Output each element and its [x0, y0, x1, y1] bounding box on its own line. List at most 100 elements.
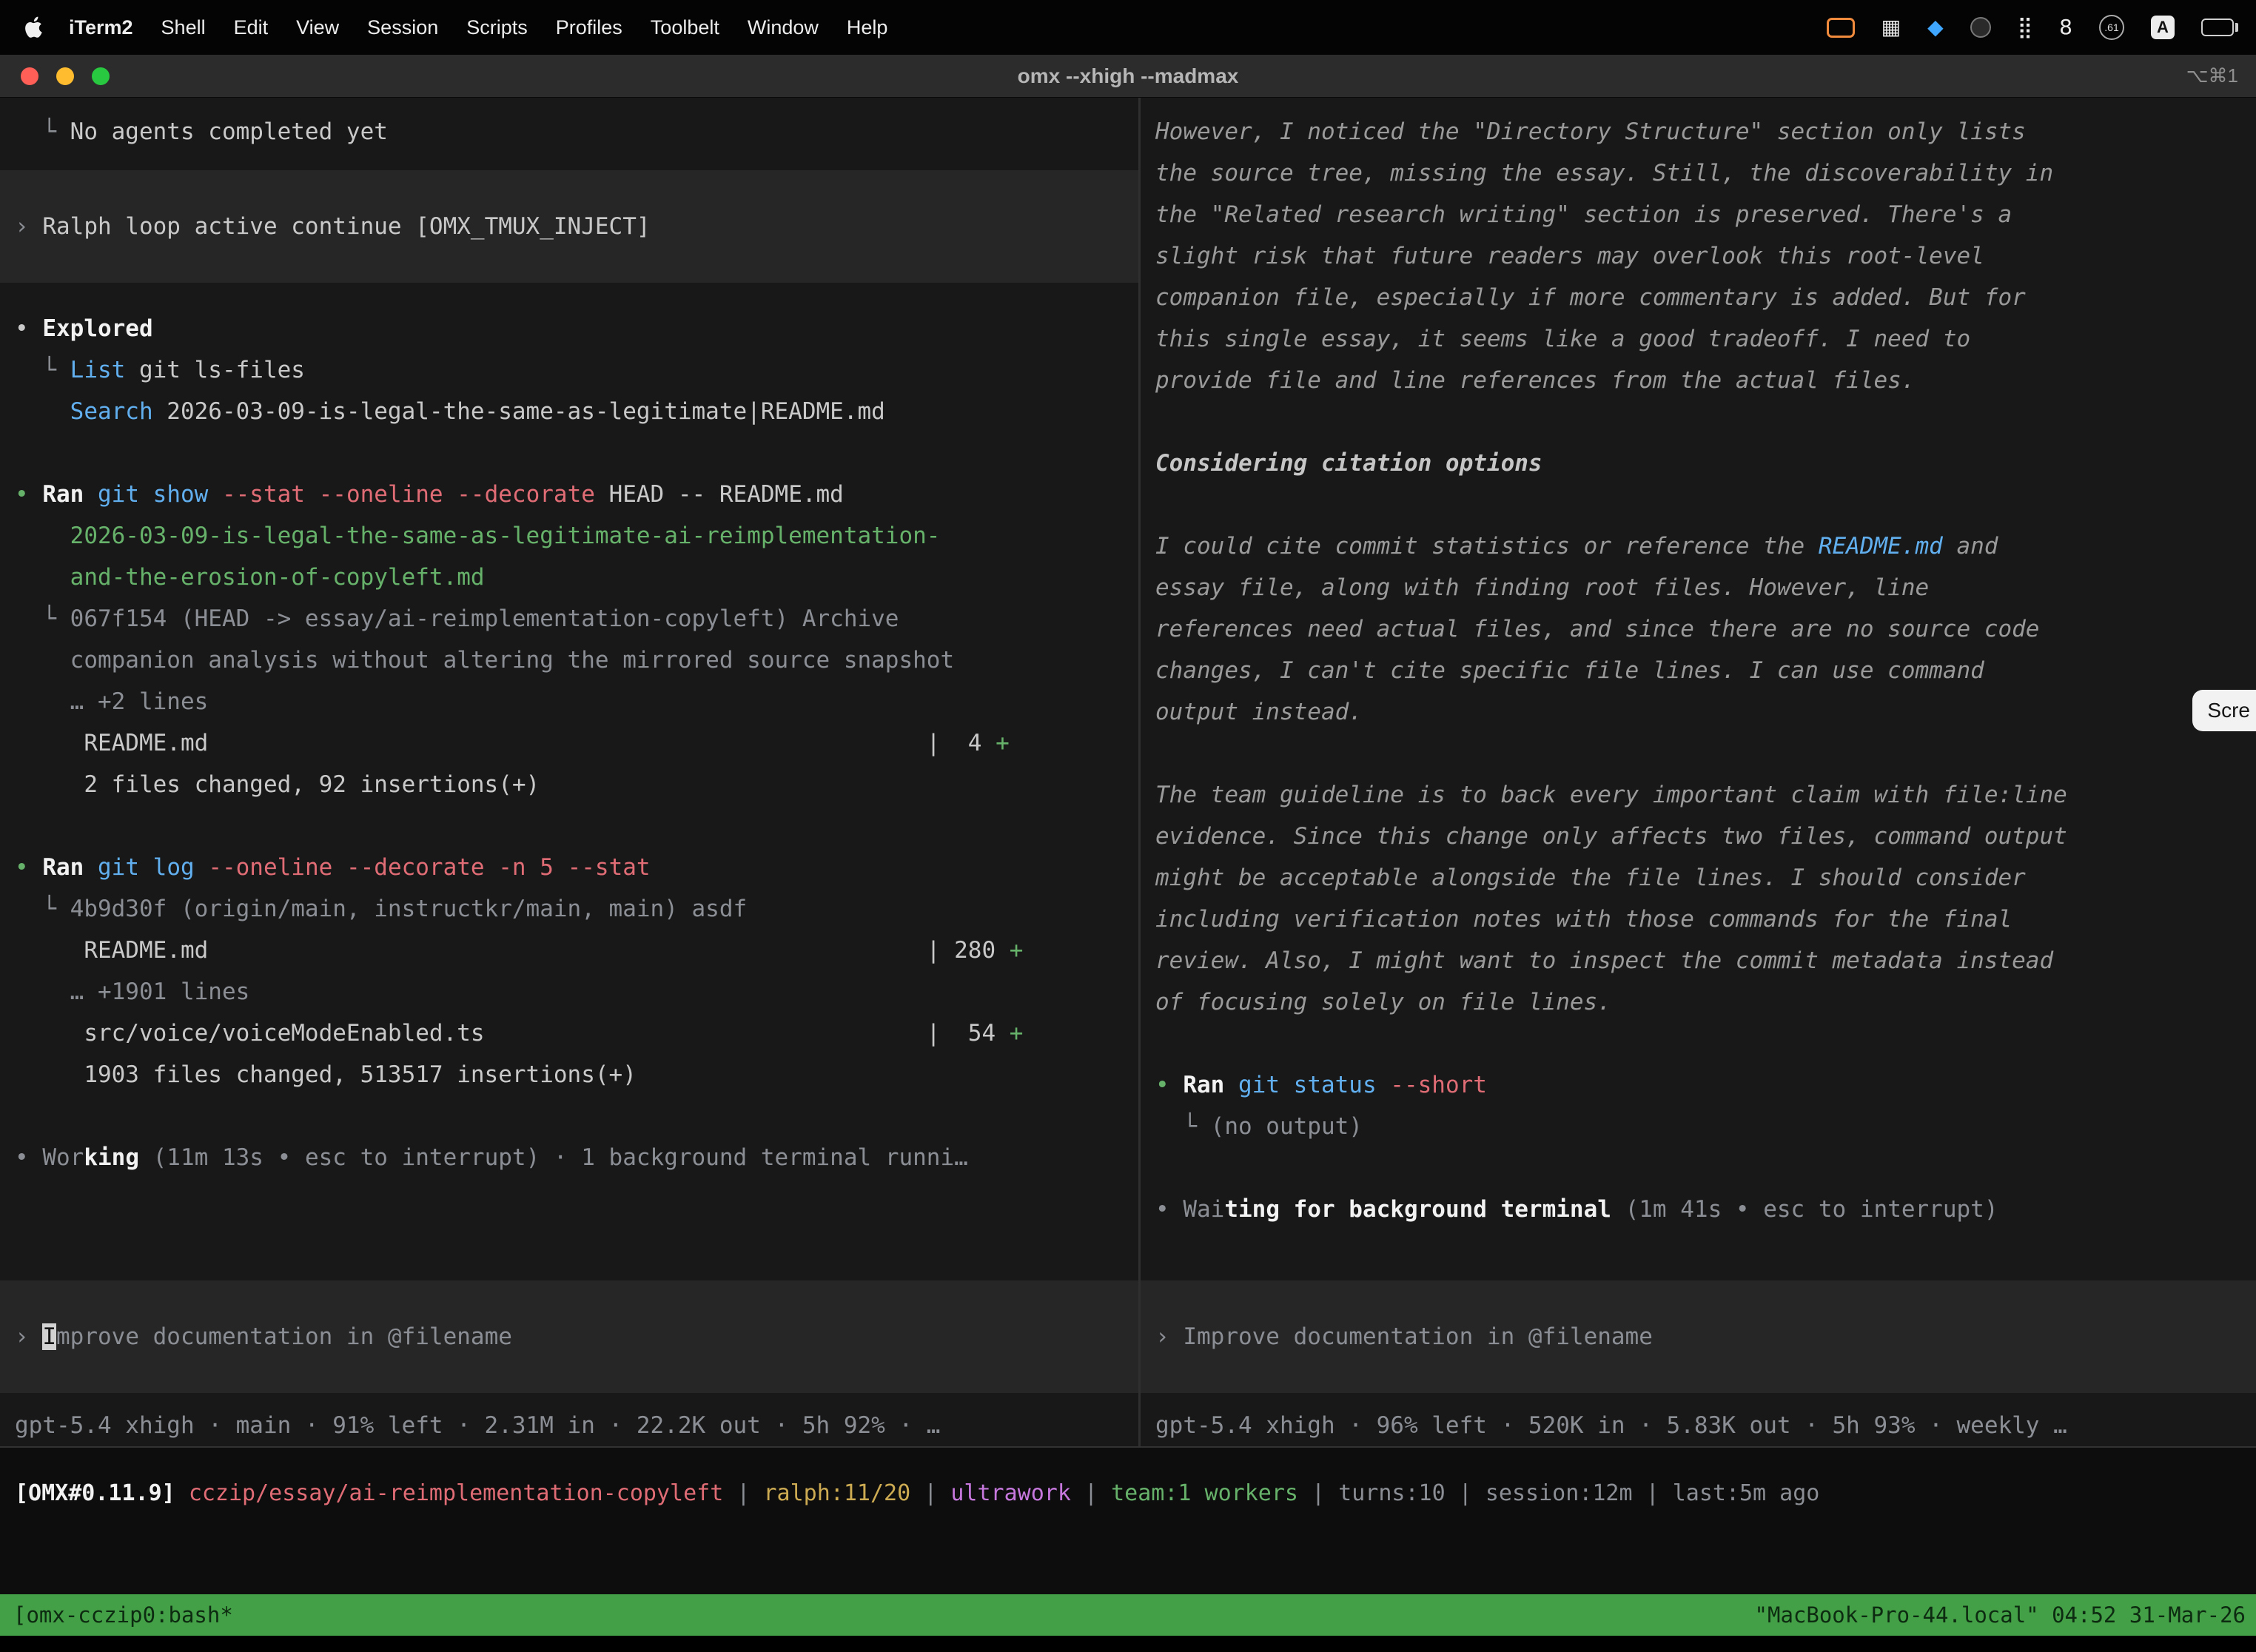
close-button[interactable] — [21, 67, 38, 85]
apple-menu-icon[interactable] — [18, 16, 55, 38]
command-input-left-line[interactable]: › Improve documentation in @filename — [0, 1316, 1138, 1357]
terminal-line: references need actual files, and since … — [1141, 608, 2256, 650]
command-input-left[interactable]: › Improve documentation in @filename — [0, 1280, 1138, 1393]
menu-item-shell[interactable]: Shell — [147, 16, 220, 38]
terminal: └ No agents completed yet› Ralph loop ac… — [0, 98, 2256, 1446]
window-title: omx --xhigh --madmax — [1018, 64, 1239, 88]
terminal-line: … +1901 lines — [0, 971, 1138, 1013]
menu-item-scripts[interactable]: Scripts — [452, 16, 542, 38]
terminal-line — [0, 1095, 1138, 1137]
terminal-line: essay file, along with finding root file… — [1141, 567, 2256, 608]
menu-items: ShellEditViewSessionScriptsProfilesToolb… — [147, 16, 902, 39]
tmux-session-label: [omx-cczip0:bash* — [13, 1602, 233, 1628]
terminal-line: README.md | 4 + — [0, 722, 1138, 764]
terminal-line: Search 2026-03-09-is-legal-the-same-as-l… — [0, 391, 1138, 432]
screen-button[interactable]: Scre — [2192, 690, 2256, 731]
input-text: mprove documentation in @filename — [56, 1323, 512, 1350]
terminal-line: the source tree, missing the essay. Stil… — [1141, 152, 2256, 194]
minimize-button[interactable] — [56, 67, 74, 85]
terminal-line: and-the-erosion-of-copyleft.md — [0, 557, 1138, 598]
terminal-line: └ 4b9d30f (origin/main, instructkr/main,… — [0, 888, 1138, 930]
menu-list: iTerm2 ShellEditViewSessionScriptsProfil… — [18, 16, 902, 39]
terminal-line: of focusing solely on file lines. — [1141, 981, 2256, 1023]
spark-icon[interactable]: ◆ — [1927, 17, 1944, 38]
menubar-status-icons: ▦ ◆ ⣿ 8 .61 A — [1827, 15, 2238, 40]
window-shortcut-badge: ⌥⌘1 — [2186, 64, 2238, 87]
model-status-right: gpt-5.4 xhigh · 96% left · 520K in · 5.8… — [1141, 1405, 2256, 1446]
terminal-line: companion file, especially if more comme… — [1141, 277, 2256, 318]
command-input-right-line[interactable]: › Improve documentation in @filename — [1141, 1316, 2256, 1357]
inject-banner: › Ralph loop active continue [OMX_TMUX_I… — [0, 170, 1138, 283]
terminal-line: provide file and line references from th… — [1141, 360, 2256, 401]
terminal-line — [1141, 733, 2256, 774]
menu-item-profiles[interactable]: Profiles — [542, 16, 637, 38]
terminal-cursor: I — [42, 1323, 56, 1350]
figure-eight-icon[interactable]: 8 — [2059, 17, 2072, 38]
window-titlebar[interactable]: omx --xhigh --madmax ⌥⌘1 — [0, 55, 2256, 98]
omx-status-line: [OMX#0.11.9] cczip/essay/ai-reimplementa… — [0, 1473, 2256, 1514]
terminal-line: • Ran git log --oneline --decorate -n 5 … — [0, 847, 1138, 888]
terminal-line — [0, 805, 1138, 847]
traffic-lights — [21, 55, 110, 97]
terminal-line: README.md | 280 + — [0, 930, 1138, 971]
terminal-line: changes, I can't cite specific file line… — [1141, 650, 2256, 691]
terminal-line: Considering citation options — [1141, 443, 2256, 484]
model-status-right-text: gpt-5.4 xhigh · 96% left · 520K in · 5.8… — [1155, 1412, 2067, 1439]
gauge-badge-icon[interactable]: .61 — [2099, 15, 2124, 40]
terminal-line: slight risk that future readers may over… — [1141, 235, 2256, 277]
menu-item-window[interactable]: Window — [733, 16, 833, 38]
battery-icon[interactable] — [2201, 19, 2238, 36]
menu-item-toolbelt[interactable]: Toolbelt — [637, 16, 733, 38]
right-pane: However, I noticed the "Directory Struct… — [1141, 98, 2256, 1446]
right-pane-spacer — [1141, 1230, 2256, 1280]
right-pane-output: However, I noticed the "Directory Struct… — [1141, 111, 2256, 1230]
omx-status-bar: [OMX#0.11.9] cczip/essay/ai-reimplementa… — [0, 1446, 2256, 1594]
menubar: iTerm2 ShellEditViewSessionScriptsProfil… — [0, 0, 2256, 55]
terminal-line: The team guideline is to back every impo… — [1141, 774, 2256, 816]
terminal-line: • Explored — [0, 308, 1138, 349]
screen-sharing-indicator-icon[interactable] — [1827, 18, 1855, 38]
input-text-right: › Improve documentation in @filename — [1155, 1323, 1653, 1350]
keypad-icon[interactable]: ▦ — [1881, 17, 1901, 38]
terminal-line: 2026-03-09-is-legal-the-same-as-legitima… — [0, 515, 1138, 557]
menu-item-view[interactable]: View — [282, 16, 353, 38]
left-pane-output: └ No agents completed yet› Ralph loop ac… — [0, 111, 1138, 1178]
terminal-line: this single essay, it seems like a good … — [1141, 318, 2256, 360]
terminal-line: 1903 files changed, 513517 insertions(+) — [0, 1054, 1138, 1095]
input-source-icon[interactable]: A — [2151, 16, 2175, 39]
menu-item-help[interactable]: Help — [833, 16, 902, 38]
battery-nub — [2235, 23, 2238, 32]
input-prompt: › — [15, 1323, 42, 1350]
terminal-line: the "Related research writing" section i… — [1141, 194, 2256, 235]
menu-item-iterm2[interactable]: iTerm2 — [55, 16, 147, 39]
left-pane: └ No agents completed yet› Ralph loop ac… — [0, 98, 1138, 1446]
terminal-line: including verification notes with those … — [1141, 899, 2256, 940]
terminal-line: review. Also, I might want to inspect th… — [1141, 940, 2256, 981]
terminal-line: • Waiting for background terminal (1m 41… — [1141, 1189, 2256, 1230]
terminal-line: companion analysis without altering the … — [0, 639, 1138, 681]
dark-app-icon[interactable] — [1970, 17, 1991, 38]
zoom-button[interactable] — [92, 67, 110, 85]
terminal-line: output instead. — [1141, 691, 2256, 733]
terminal-line: … +2 lines — [0, 681, 1138, 722]
terminal-line — [1141, 1023, 2256, 1064]
terminal-line — [1141, 401, 2256, 443]
terminal-line: └ (no output) — [1141, 1106, 2256, 1147]
tmux-host-clock: "MacBook-Pro-44.local" 04:52 31-Mar-26 — [1755, 1602, 2246, 1628]
terminal-line — [0, 432, 1138, 474]
terminal-line: evidence. Since this change only affects… — [1141, 816, 2256, 857]
grid-dots-icon[interactable]: ⣿ — [2018, 17, 2033, 38]
terminal-line: • Ran git show --stat --oneline --decora… — [0, 474, 1138, 515]
terminal-line: • Ran git status --short — [1141, 1064, 2256, 1106]
menu-item-edit[interactable]: Edit — [220, 16, 283, 38]
left-pane-spacer — [0, 1178, 1138, 1280]
model-status-left: gpt-5.4 xhigh · main · 91% left · 2.31M … — [0, 1405, 1138, 1446]
command-input-right[interactable]: › Improve documentation in @filename — [1141, 1280, 2256, 1393]
terminal-line — [1141, 1147, 2256, 1189]
terminal-line: However, I noticed the "Directory Struct… — [1141, 111, 2256, 152]
terminal-line: • Working (11m 13s • esc to interrupt) ·… — [0, 1137, 1138, 1178]
terminal-line: └ List git ls-files — [0, 349, 1138, 391]
menu-item-session[interactable]: Session — [353, 16, 452, 38]
terminal-line: src/voice/voiceModeEnabled.ts | 54 + — [0, 1013, 1138, 1054]
terminal-line: └ 067f154 (HEAD -> essay/ai-reimplementa… — [0, 598, 1138, 639]
